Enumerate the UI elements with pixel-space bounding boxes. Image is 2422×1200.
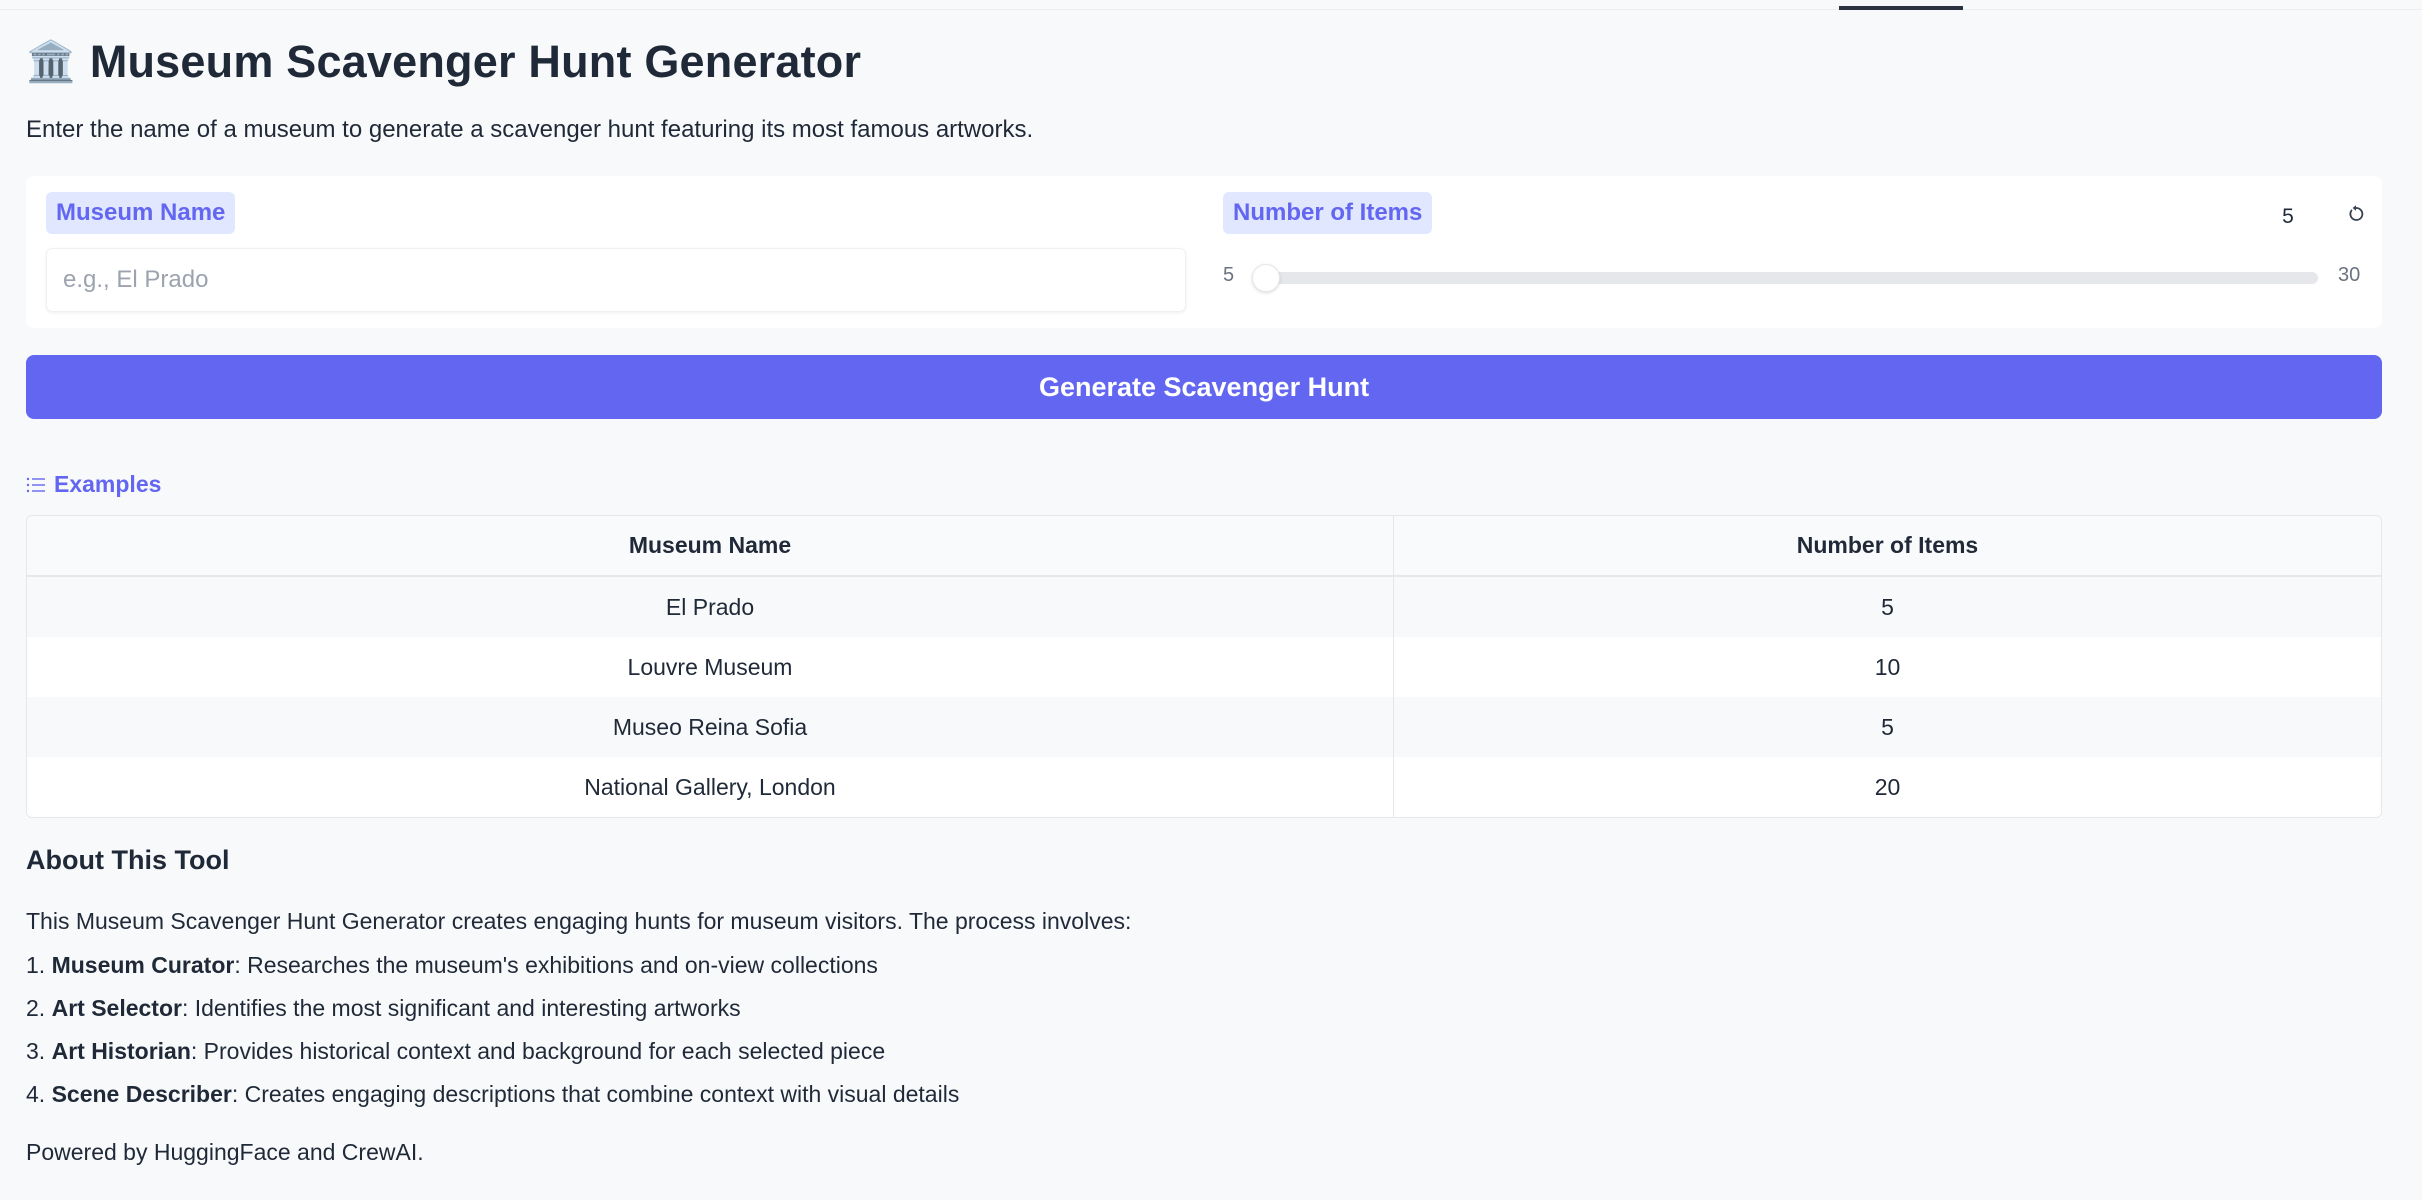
step-number: 4.	[26, 1081, 46, 1107]
slider-thumb[interactable]	[1252, 264, 1280, 292]
step-description: : Provides historical context and backgr…	[190, 1038, 886, 1064]
list-item: 4. Scene Describer: Creates engaging des…	[26, 1080, 959, 1123]
process-steps-list: 1. Museum Curator: Researches the museum…	[26, 951, 959, 1123]
active-tab-indicator	[1839, 6, 1963, 10]
slider-min-label: 5	[1223, 264, 1235, 286]
step-description: : Creates engaging descriptions that com…	[231, 1081, 960, 1107]
generate-scavenger-hunt-button[interactable]: Generate Scavenger Hunt	[26, 355, 2382, 419]
examples-table: Museum Name Number of Items El Prado 5 L…	[26, 515, 2382, 818]
museum-name-label: Museum Name	[46, 192, 236, 234]
slider-max-label: 30	[2338, 264, 2361, 286]
table-header-row: Museum Name Number of Items	[27, 516, 2381, 577]
table-row[interactable]: Museo Reina Sofia 5	[27, 697, 2381, 757]
step-role: Art Historian	[51, 1038, 191, 1064]
step-number: 2.	[26, 995, 46, 1021]
step-role: Scene Describer	[51, 1081, 232, 1107]
number-of-items-slider[interactable]	[1252, 264, 2318, 292]
column-header-museum-name: Museum Name	[27, 516, 1394, 575]
list-icon	[26, 477, 45, 492]
table-cell-museum: National Gallery, London	[27, 757, 1394, 817]
about-title: About This Tool	[26, 845, 230, 875]
page-subtitle: Enter the name of a museum to generate a…	[26, 116, 1034, 143]
number-of-items-label: Number of Items	[1223, 192, 1433, 234]
table-cell-items: 5	[1881, 593, 1894, 620]
list-item: 3. Art Historian: Provides historical co…	[26, 1037, 959, 1080]
reset-icon	[2349, 205, 2364, 221]
about-intro: This Museum Scavenger Hunt Generator cre…	[26, 908, 1132, 934]
input-panel: Museum Name Number of Items 5 5 30	[26, 176, 2382, 328]
table-cell-museum: El Prado	[27, 577, 1394, 637]
museum-emoji-icon: 🏛️	[26, 40, 76, 84]
step-role: Art Selector	[51, 995, 182, 1021]
table-cell-items: 10	[1874, 653, 1901, 680]
table-cell-museum: Museo Reina Sofia	[27, 697, 1394, 757]
museum-name-input[interactable]	[46, 248, 1186, 312]
table-row[interactable]: National Gallery, London 20	[27, 757, 2381, 817]
examples-header[interactable]: Examples	[26, 471, 161, 498]
list-item: 1. Museum Curator: Researches the museum…	[26, 951, 959, 994]
table-cell-items: 5	[1881, 713, 1894, 740]
top-tab-bar	[0, 0, 2422, 10]
step-number: 1.	[26, 952, 46, 978]
table-cell-museum: Louvre Museum	[27, 637, 1394, 697]
step-number: 3.	[26, 1038, 46, 1064]
column-header-number-of-items: Number of Items	[1796, 532, 1979, 558]
step-description: : Identifies the most significant and in…	[181, 995, 741, 1021]
powered-by-text: Powered by HuggingFace and CrewAI.	[26, 1139, 424, 1165]
list-item: 2. Art Selector: Identifies the most sig…	[26, 994, 959, 1037]
number-of-items-value-input[interactable]: 5	[2250, 199, 2326, 235]
table-row[interactable]: El Prado 5	[27, 577, 2381, 637]
reset-button[interactable]	[2338, 196, 2374, 232]
page-title: Museum Scavenger Hunt Generator	[89, 36, 862, 87]
table-cell-items: 20	[1874, 773, 1901, 800]
table-row[interactable]: Louvre Museum 10	[27, 637, 2381, 697]
examples-label: Examples	[54, 471, 162, 497]
step-role: Museum Curator	[51, 952, 235, 978]
page-title-row: 🏛️ Museum Scavenger Hunt Generator	[26, 32, 861, 92]
step-description: : Researches the museum's exhibitions an…	[234, 952, 878, 978]
